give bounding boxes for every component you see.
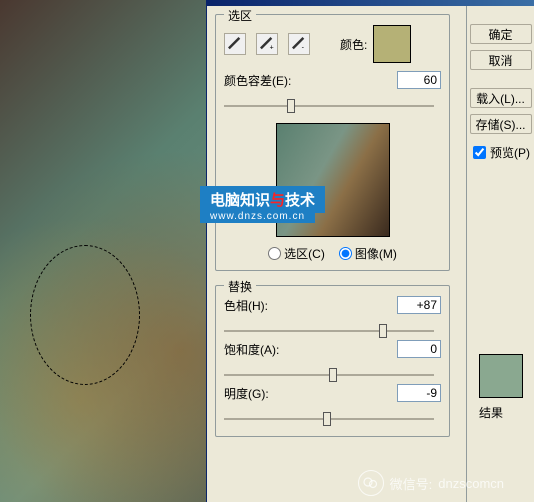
fuzziness-input[interactable] [397, 71, 441, 89]
load-button[interactable]: 载入(L)... [470, 88, 532, 108]
fuzziness-slider[interactable] [224, 97, 434, 115]
cancel-button[interactable]: 取消 [470, 50, 532, 70]
lightness-slider[interactable] [224, 410, 434, 428]
eyedropper-subtract-tool[interactable]: - [288, 33, 310, 55]
lightness-label: 明度(G): [224, 385, 269, 402]
save-button[interactable]: 存储(S)... [470, 114, 532, 134]
eyedropper-add-tool[interactable]: + [256, 33, 278, 55]
svg-text:+: + [270, 44, 274, 51]
selection-group: 选区 + - 颜色: 颜色容差(E): [215, 14, 450, 271]
svg-text:-: - [302, 44, 305, 51]
wechat-icon [358, 470, 384, 496]
hue-slider[interactable] [224, 322, 434, 340]
ok-button[interactable]: 确定 [470, 24, 532, 44]
hue-input[interactable] [397, 296, 441, 314]
selection-color-swatch[interactable] [373, 25, 411, 63]
wechat-overlay: 微信号: dnzscomcn [358, 470, 504, 496]
preview-checkbox[interactable] [473, 146, 486, 159]
watermark-url: www.dnzs.com.cn [200, 210, 315, 223]
selection-group-title: 选区 [224, 7, 256, 24]
watermark-logo: 电脑知识与技术 [200, 186, 325, 213]
result-color-swatch[interactable] [479, 354, 523, 398]
hue-label: 色相(H): [224, 297, 268, 314]
radio-image[interactable]: 图像(M) [339, 245, 397, 262]
fuzziness-label: 颜色容差(E): [224, 72, 291, 89]
preview-checkbox-label: 预览(P) [490, 144, 530, 161]
lightness-input[interactable] [397, 384, 441, 402]
radio-selection[interactable]: 选区(C) [268, 245, 325, 262]
dialog-button-panel: 确定 取消 载入(L)... 存储(S)... 预览(P) 结果 [466, 6, 534, 502]
color-label: 颜色: [340, 36, 367, 53]
wechat-id: dnzscomcn [438, 476, 504, 491]
marquee-selection [30, 245, 140, 385]
result-label: 结果 [479, 404, 523, 421]
eyedropper-tool[interactable] [224, 33, 246, 55]
replacement-group-title: 替换 [224, 278, 256, 295]
saturation-label: 饱和度(A): [224, 341, 279, 358]
saturation-input[interactable] [397, 340, 441, 358]
saturation-slider[interactable] [224, 366, 434, 384]
replacement-group: 替换 色相(H): 饱和度(A): 明度(G): [215, 285, 450, 437]
wechat-label: 微信号: [390, 474, 433, 493]
